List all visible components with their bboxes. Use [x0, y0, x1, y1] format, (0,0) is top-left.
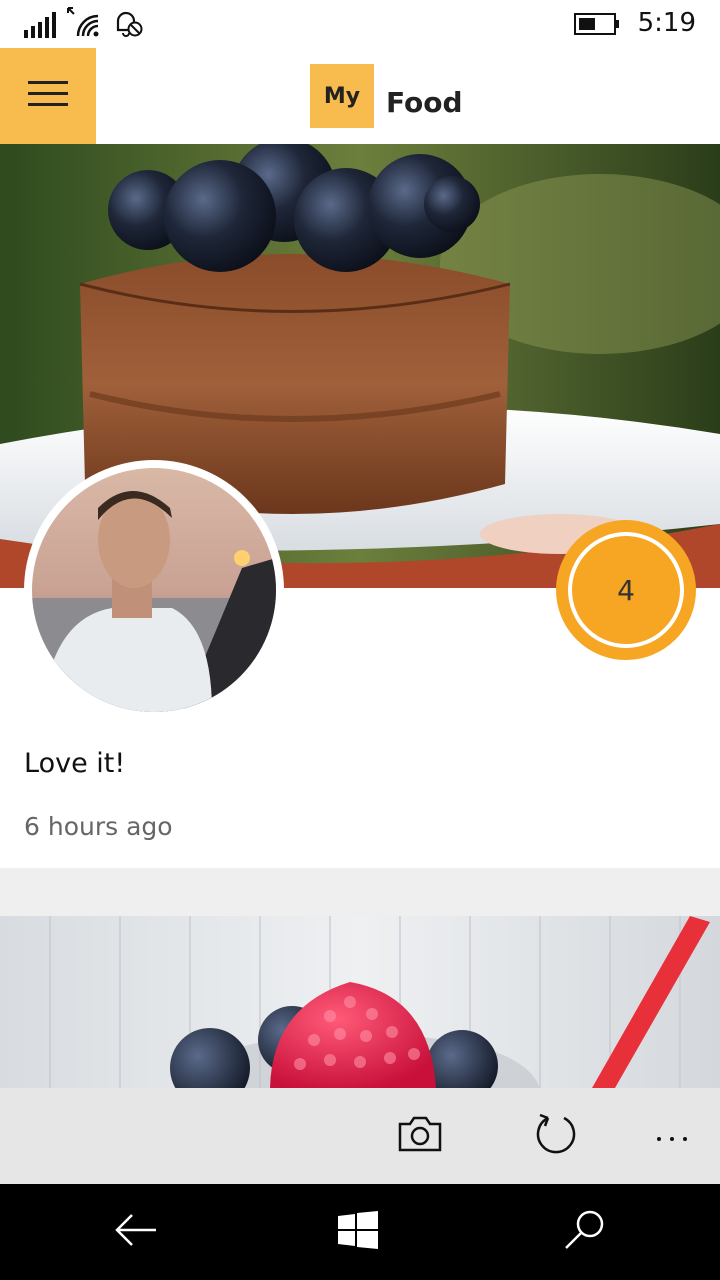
hamburger-menu-button[interactable]	[0, 48, 96, 144]
windows-start-icon	[338, 1211, 378, 1253]
food-photo-smoothie[interactable]	[0, 916, 720, 1088]
post-comment: Love it!	[24, 748, 126, 779]
post-timestamp: 6 hours ago	[24, 812, 173, 841]
clock: 5:19	[637, 8, 696, 38]
refresh-button[interactable]	[528, 1110, 584, 1162]
more-icon	[656, 1127, 688, 1146]
wifi-icon	[66, 6, 102, 42]
refresh-icon	[534, 1112, 578, 1160]
battery-icon	[574, 13, 620, 39]
food-feed[interactable]: 4 Love it! 6 hours ago	[0, 144, 720, 1088]
app-title: Food	[386, 86, 463, 119]
back-icon	[114, 1212, 158, 1252]
feed-card[interactable]	[0, 916, 720, 1088]
feed-card[interactable]: 4 Love it! 6 hours ago	[0, 144, 720, 868]
like-count: 4	[617, 573, 635, 607]
app-logo-box: My	[310, 64, 374, 128]
camera-icon	[398, 1116, 442, 1156]
signal-icon	[24, 12, 56, 42]
search-icon	[562, 1208, 606, 1256]
status-bar: 5:19	[0, 0, 720, 48]
search-button[interactable]	[556, 1206, 612, 1258]
user-avatar-photo	[32, 468, 276, 712]
app-command-bar	[0, 1088, 720, 1184]
avatar[interactable]	[24, 460, 284, 720]
hamburger-icon	[28, 81, 68, 111]
back-button[interactable]	[108, 1206, 164, 1258]
app-header: My Food	[0, 48, 720, 144]
like-count-badge[interactable]: 4	[556, 520, 696, 660]
more-options-button[interactable]	[644, 1110, 700, 1162]
system-navigation-bar	[0, 1184, 720, 1280]
camera-button[interactable]	[392, 1110, 448, 1162]
start-button[interactable]	[330, 1206, 386, 1258]
quiet-hours-icon	[114, 10, 144, 42]
